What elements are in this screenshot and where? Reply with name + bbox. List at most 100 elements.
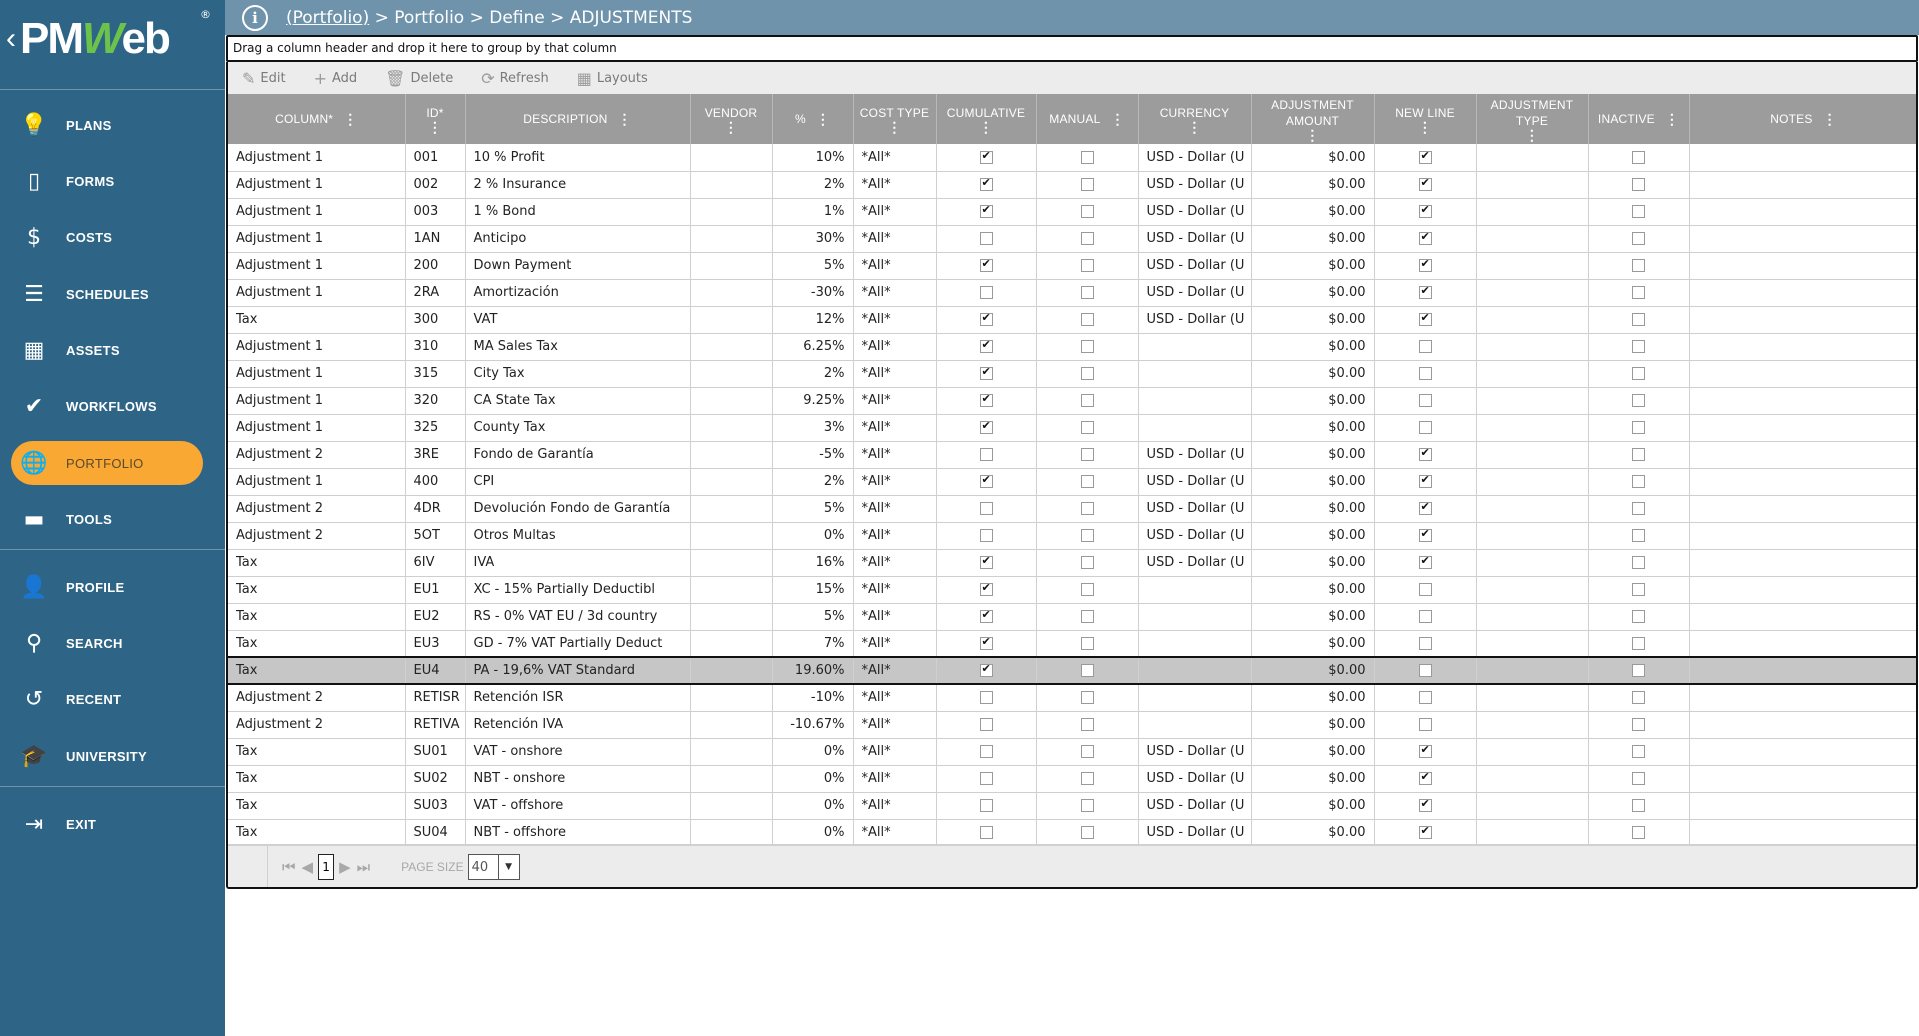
table-row[interactable]: Adjustment 2 RETISR Retención ISR -10% *All*… bbox=[228, 684, 1916, 712]
cell-column[interactable]: Adjustment 2 bbox=[228, 495, 406, 523]
cell-notes[interactable] bbox=[1689, 495, 1916, 523]
cell-vendor[interactable] bbox=[690, 738, 773, 766]
cell-amount[interactable]: $0.00 bbox=[1251, 387, 1375, 415]
cell-description[interactable]: Retención IVA bbox=[465, 711, 691, 739]
cell-id[interactable]: 2RA bbox=[405, 279, 466, 307]
cell-percent[interactable]: 2% bbox=[772, 468, 854, 496]
cumulative-checkbox[interactable] bbox=[979, 365, 993, 380]
table-row[interactable]: Tax6IVIVA 16%*All* USD - Dollar (U$0.00 bbox=[228, 549, 1916, 577]
cell-vendor[interactable] bbox=[690, 549, 773, 577]
cell-cost-type[interactable]: *All* bbox=[853, 792, 937, 820]
cell-column[interactable]: Adjustment 1 bbox=[228, 279, 406, 307]
cell-id[interactable]: RETISR bbox=[405, 684, 466, 712]
info-icon[interactable]: i bbox=[242, 4, 268, 31]
cell-column[interactable]: Adjustment 1 bbox=[228, 360, 406, 388]
new-line-checkbox[interactable] bbox=[1418, 340, 1432, 353]
column-header-currency[interactable]: CURRENCY ⋮ bbox=[1138, 94, 1252, 144]
cell-column[interactable]: Adjustment 1 bbox=[228, 144, 406, 172]
cell-description[interactable]: Fondo de Garantía bbox=[465, 441, 691, 469]
cell-column[interactable]: Adjustment 1 bbox=[228, 171, 406, 199]
cumulative-checkbox[interactable] bbox=[979, 286, 993, 299]
cell-amount[interactable]: $0.00 bbox=[1251, 171, 1375, 199]
inactive-checkbox[interactable] bbox=[1632, 421, 1645, 434]
cell-description[interactable]: IVA bbox=[465, 549, 691, 577]
cumulative-checkbox[interactable] bbox=[979, 745, 993, 758]
cell-cost-type[interactable]: *All* bbox=[853, 549, 937, 577]
cell-percent[interactable]: -10% bbox=[772, 684, 854, 712]
cell-cost-type[interactable]: *All* bbox=[853, 603, 937, 631]
cell-id[interactable]: 200 bbox=[405, 252, 466, 280]
cell-id[interactable]: 6IV bbox=[405, 549, 466, 577]
column-menu-icon[interactable]: ⋮ bbox=[816, 111, 830, 127]
table-row[interactable]: Adjustment 1 2RA Amortización -30% *All* USD … bbox=[228, 279, 1916, 307]
inactive-checkbox[interactable] bbox=[1632, 826, 1645, 839]
cell-id[interactable]: EU1 bbox=[405, 576, 466, 604]
manual-checkbox[interactable] bbox=[1080, 313, 1094, 326]
column-header-description[interactable]: DESCRIPTION ⋮ bbox=[465, 94, 691, 144]
cell-cost-type[interactable]: *All* bbox=[853, 522, 937, 550]
cell-description[interactable]: VAT bbox=[465, 306, 691, 334]
cell-column[interactable]: Adjustment 2 bbox=[228, 441, 406, 469]
manual-checkbox[interactable] bbox=[1080, 718, 1094, 731]
cell-column[interactable]: Tax bbox=[228, 603, 406, 631]
cell-percent[interactable]: 16% bbox=[772, 549, 854, 577]
manual-checkbox[interactable] bbox=[1080, 610, 1094, 623]
inactive-checkbox[interactable] bbox=[1632, 367, 1645, 380]
cell-vendor[interactable] bbox=[690, 144, 773, 172]
manual-checkbox[interactable] bbox=[1080, 286, 1094, 299]
column-menu-icon[interactable]: ⋮ bbox=[937, 120, 1036, 134]
column-menu-icon[interactable]: ⋮ bbox=[406, 120, 465, 134]
inactive-checkbox[interactable] bbox=[1632, 718, 1645, 731]
column-menu-icon[interactable]: ⋮ bbox=[343, 111, 357, 127]
cell-amount[interactable]: $0.00 bbox=[1251, 252, 1375, 280]
cell-vendor[interactable] bbox=[690, 576, 773, 604]
cell-cost-type[interactable]: *All* bbox=[853, 684, 937, 712]
sidebar-item-university[interactable]: 🎓 UNIVERSITY bbox=[0, 734, 225, 778]
cell-notes[interactable] bbox=[1689, 333, 1916, 361]
cell-vendor[interactable] bbox=[690, 603, 773, 631]
cell-column[interactable]: Adjustment 2 bbox=[228, 522, 406, 550]
cell-description[interactable]: 10 % Profit bbox=[465, 144, 691, 172]
cell-currency[interactable]: USD - Dollar (U bbox=[1138, 549, 1252, 577]
cell-notes[interactable] bbox=[1689, 414, 1916, 442]
column-menu-icon[interactable]: ⋮ bbox=[618, 111, 632, 127]
new-line-checkbox[interactable] bbox=[1418, 554, 1432, 569]
cell-notes[interactable] bbox=[1689, 738, 1916, 766]
cell-currency[interactable]: USD - Dollar (U bbox=[1138, 468, 1252, 496]
cell-amount[interactable]: $0.00 bbox=[1251, 495, 1375, 523]
cell-cost-type[interactable]: *All* bbox=[853, 171, 937, 199]
cell-notes[interactable] bbox=[1689, 522, 1916, 550]
new-line-checkbox[interactable] bbox=[1418, 824, 1432, 839]
column-menu-icon[interactable]: ⋮ bbox=[1139, 120, 1251, 134]
new-line-checkbox[interactable] bbox=[1418, 610, 1432, 623]
cell-description[interactable]: Anticipo bbox=[465, 225, 691, 253]
table-row[interactable]: Tax300VAT 12%*All* USD - Dollar (U$0.00 bbox=[228, 306, 1916, 334]
cell-id[interactable]: EU2 bbox=[405, 603, 466, 631]
cell-currency[interactable] bbox=[1138, 711, 1252, 739]
cell-vendor[interactable] bbox=[690, 306, 773, 334]
cell-column[interactable]: Adjustment 1 bbox=[228, 414, 406, 442]
inactive-checkbox[interactable] bbox=[1632, 205, 1645, 218]
inactive-checkbox[interactable] bbox=[1632, 556, 1645, 569]
new-line-checkbox[interactable] bbox=[1418, 636, 1432, 650]
table-row[interactable]: Tax EU1 XC - 15% Partially Deductibl 15% *Al… bbox=[228, 576, 1916, 604]
cell-notes[interactable] bbox=[1689, 711, 1916, 739]
table-row[interactable]: Tax EU2 RS - 0% VAT EU / 3d country 5% *All*… bbox=[228, 603, 1916, 631]
cell-adj-type[interactable] bbox=[1476, 414, 1589, 442]
cell-cost-type[interactable]: *All* bbox=[853, 252, 937, 280]
refresh-button[interactable]: ⟳ Refresh bbox=[481, 69, 549, 88]
cell-adj-type[interactable] bbox=[1476, 522, 1589, 550]
column-header-id[interactable]: ID* ⋮ bbox=[405, 94, 466, 144]
manual-checkbox[interactable] bbox=[1080, 636, 1094, 650]
manual-checkbox[interactable] bbox=[1080, 745, 1094, 758]
inactive-checkbox[interactable] bbox=[1632, 583, 1645, 596]
cell-column[interactable]: Tax bbox=[228, 630, 406, 658]
cell-percent[interactable]: 5% bbox=[772, 603, 854, 631]
cumulative-checkbox[interactable] bbox=[979, 311, 993, 326]
column-menu-icon[interactable]: ⋮ bbox=[1823, 111, 1837, 127]
cumulative-checkbox[interactable] bbox=[979, 203, 993, 218]
back-chevron-icon[interactable]: ‹ bbox=[6, 22, 16, 56]
cell-currency[interactable] bbox=[1138, 684, 1252, 712]
cumulative-checkbox[interactable] bbox=[979, 419, 993, 434]
cell-adj-type[interactable] bbox=[1476, 819, 1589, 847]
